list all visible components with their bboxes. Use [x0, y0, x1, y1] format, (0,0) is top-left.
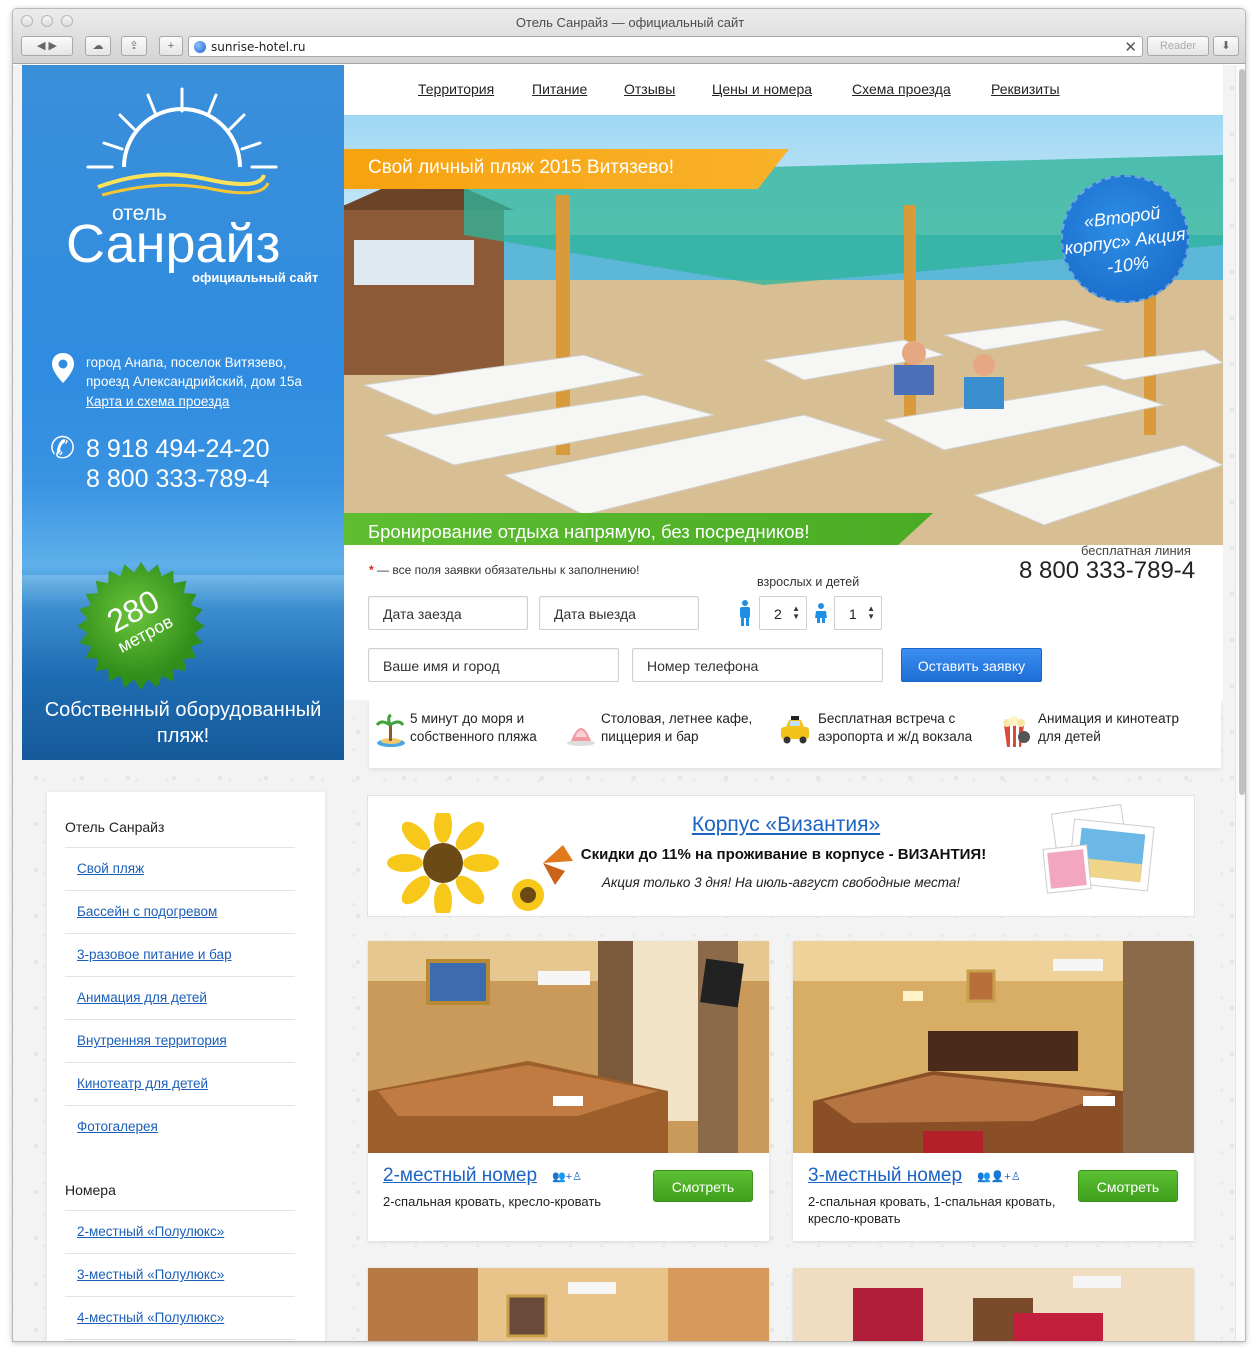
photos-icon: [1042, 803, 1155, 894]
main-nav: Территория Питание Отзывы Цены и номера …: [344, 65, 1223, 115]
guests-label: взрослых и детей: [757, 575, 860, 589]
cloud-icon[interactable]: ☁: [85, 36, 111, 56]
child-icon: [815, 603, 827, 623]
nav-directions[interactable]: Схема проезда: [852, 81, 951, 97]
hotel-address: город Анапа, поселок Витязево, проезд Ал…: [86, 355, 302, 389]
phone-number-1[interactable]: 8 918 494-24-20: [86, 435, 269, 464]
sidebar-divider: [65, 1019, 295, 1020]
sidebar-link-cinema[interactable]: Кинотеатр для детей: [77, 1076, 208, 1091]
sidebar-link-room3[interactable]: 3-местный «Полулюкс»: [77, 1267, 224, 1282]
header-left-panel: отель Санрайз официальный сайт город Ана…: [22, 65, 344, 760]
logo-subtitle: официальный сайт: [192, 270, 319, 285]
room-title[interactable]: 2-местный номер: [383, 1165, 537, 1187]
island-icon: [375, 713, 405, 747]
back-forward-buttons[interactable]: ◀ ▶: [21, 36, 73, 56]
room-photo[interactable]: [368, 1268, 769, 1341]
sidebar-divider: [65, 933, 295, 934]
feature-transfer: Бесплатная встреча с аэропорта и ж/д вок…: [818, 711, 973, 744]
sidebar-divider: [65, 1210, 295, 1211]
sidebar-divider: [65, 847, 295, 848]
sidebar-divider: [65, 1339, 295, 1340]
room-card-2: 2-местный номер 👥+♙ 2-спальная кровать, …: [368, 941, 769, 1241]
free-line-label: бесплатная линия: [1081, 543, 1191, 558]
green-banner-text: Бронирование отдыха напрямую, без посред…: [368, 521, 810, 542]
name-city-field[interactable]: Ваше имя и город: [368, 648, 619, 682]
sidebar-divider: [65, 890, 295, 891]
select-arrows-icon: ▲ ▼: [792, 604, 800, 621]
sidebar-link-pool[interactable]: Бассейн с подогревом: [77, 904, 217, 919]
sidebar-link-room2[interactable]: 2-местный «Полулюкс»: [77, 1224, 224, 1239]
phone-icon: ✆: [50, 432, 76, 465]
view-room-button[interactable]: Смотреть: [1078, 1170, 1178, 1202]
required-fields-note: * — все поля заявки обязательны к заполн…: [369, 563, 640, 577]
room-card-next-1: [368, 1268, 769, 1341]
scrollbar-thumb[interactable]: [1239, 69, 1245, 795]
orange-banner-text: Свой личный пляж 2015 Витязево!: [368, 157, 674, 178]
sidebar-link-room4[interactable]: 4-местный «Полулюкс»: [77, 1310, 224, 1325]
checkin-date-field[interactable]: Дата заезда: [368, 596, 528, 630]
checkout-date-field[interactable]: Дата выезда: [539, 596, 699, 630]
sidebar-link-gallery[interactable]: Фотогалерея: [77, 1119, 158, 1134]
sidebar-divider: [65, 1105, 295, 1106]
window-title: Отель Санрайз — официальный сайт: [515, 15, 745, 30]
browser-toolbar: Отель Санрайз — официальный сайт ◀ ▶ ☁ ⇪…: [13, 9, 1245, 64]
people-icon: 👥+♙: [552, 1171, 582, 1183]
phone-field[interactable]: Номер телефона: [632, 648, 883, 682]
browser-window: Отель Санрайз — официальный сайт ◀ ▶ ☁ ⇪…: [12, 8, 1246, 1342]
stop-icon[interactable]: ✕: [1124, 38, 1137, 56]
room-photo[interactable]: [793, 941, 1194, 1153]
room-photo[interactable]: [368, 941, 769, 1153]
adults-select[interactable]: 2 ▲ ▼: [759, 596, 807, 630]
address-bar[interactable]: sunrise-hotel.ru ✕: [188, 36, 1143, 57]
submit-request-button[interactable]: Оставить заявку: [901, 648, 1042, 682]
map-link[interactable]: Карта и схема проезда: [86, 394, 229, 409]
sidebar-link-territory[interactable]: Внутренняя территория: [77, 1033, 227, 1048]
sidebar-link-meals[interactable]: 3-разовое питание и бар: [77, 947, 232, 962]
nav-territory[interactable]: Территория: [418, 81, 494, 97]
room-description: 2-спальная кровать, 1-спальная кровать, …: [808, 1194, 1056, 1226]
feature-animation: Анимация и кинотеатр для детей: [1038, 711, 1179, 744]
room-card-3: 3-местный номер 👥👤+♙ 2-спальная кровать,…: [793, 941, 1194, 1241]
room-photo[interactable]: [793, 1268, 1194, 1341]
new-tab-icon[interactable]: +: [159, 36, 183, 56]
nav-reviews[interactable]: Отзывы: [624, 81, 675, 97]
sidebar-section-hotel-title: Отель Санрайз: [65, 819, 165, 835]
url-text: sunrise-hotel.ru: [211, 40, 306, 54]
page-viewport: отель Санрайз официальный сайт город Ана…: [13, 65, 1245, 1341]
sidebar-link-animation[interactable]: Анимация для детей: [77, 990, 207, 1005]
download-icon[interactable]: ⬇: [1213, 36, 1239, 56]
dessert-icon: [567, 728, 595, 746]
taxi-icon: [781, 716, 809, 744]
feature-cafe: Столовая, летнее кафе, пиццерия и бар: [601, 711, 753, 744]
select-arrows-icon: ▲ ▼: [867, 604, 875, 621]
sun-logo-icon: [86, 87, 278, 197]
adult-icon: [740, 600, 750, 626]
phone-number-2[interactable]: 8 800 333-789-4: [86, 465, 269, 494]
people-icon: 👥👤+♙: [977, 1171, 1021, 1183]
room-description: 2-спальная кровать, кресло-кровать: [383, 1194, 602, 1209]
nav-food[interactable]: Питание: [532, 81, 587, 97]
sidebar-divider: [65, 1062, 295, 1063]
sidebar-section-rooms-title: Номера: [65, 1182, 116, 1198]
sidebar-divider: [65, 976, 295, 977]
children-select[interactable]: 1 ▲ ▼: [834, 596, 882, 630]
room-card-next-2: [793, 1268, 1194, 1341]
share-icon[interactable]: ⇪: [121, 36, 147, 56]
sidebar-divider: [65, 1296, 295, 1297]
sidebar-divider: [65, 1253, 295, 1254]
scrollbar[interactable]: [1235, 65, 1245, 1341]
globe-icon: [194, 41, 206, 53]
free-line-phone[interactable]: 8 800 333-789-4: [1019, 557, 1195, 585]
popcorn-icon: [1003, 716, 1030, 747]
nav-requisites[interactable]: Реквизиты: [991, 81, 1060, 97]
reader-button[interactable]: Reader: [1147, 36, 1209, 56]
room-title[interactable]: 3-местный номер: [808, 1165, 962, 1187]
nav-prices-rooms[interactable]: Цены и номера: [712, 81, 812, 97]
logo-title[interactable]: Санрайз: [66, 213, 280, 275]
sidebar-link-beach[interactable]: Свой пляж: [77, 861, 144, 876]
location-pin-icon: [52, 353, 74, 383]
feature-sea: 5 минут до моря и собственного пляжа: [410, 711, 537, 744]
own-beach-text: Собственный оборудованный пляж!: [44, 699, 322, 747]
view-room-button[interactable]: Смотреть: [653, 1170, 753, 1202]
